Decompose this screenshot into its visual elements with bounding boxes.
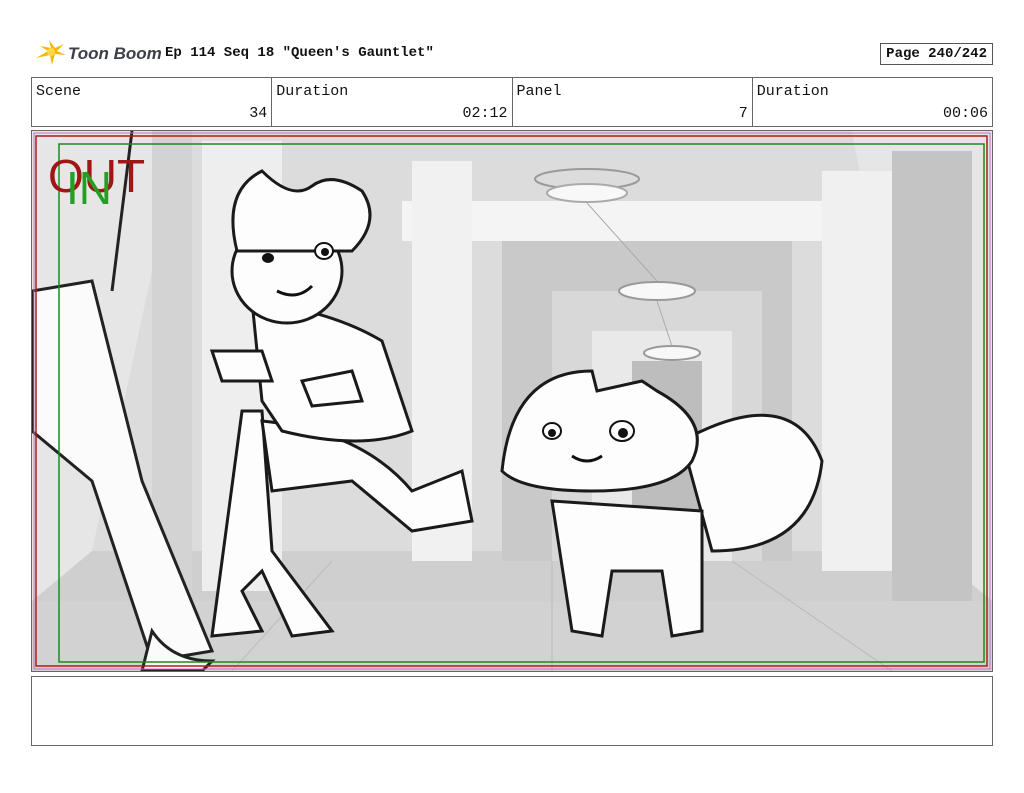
document-title: Ep 114 Seq 18 "Queen's Gauntlet": [165, 45, 434, 61]
scene-duration-cell: Duration 02:12: [272, 78, 513, 126]
storyboard-panel: OUT IN: [31, 130, 993, 672]
logo-text: Toon Boom: [68, 44, 162, 63]
scene-label: Scene: [36, 83, 82, 100]
panel-label: Panel: [516, 83, 562, 100]
panel-sketch: [32, 131, 992, 671]
panel-duration-value: 00:06: [942, 105, 988, 122]
toon-boom-logo: Toon Boom: [34, 38, 162, 68]
page-header: Toon Boom Ep 114 Seq 18 "Queen's Gauntle…: [31, 36, 993, 70]
scene-cell: Scene 34: [32, 78, 273, 126]
panel-notes-box: [31, 676, 993, 746]
scene-value: 34: [249, 105, 268, 122]
panel-value: 7: [738, 105, 748, 122]
page-number: Page 240/242: [880, 43, 993, 65]
scene-info-table: Scene 34 Duration 02:12 Panel 7 Duration…: [31, 77, 993, 127]
in-field-label: IN: [66, 162, 112, 214]
panel-cell: Panel 7: [513, 78, 753, 126]
panel-duration-label: Duration: [756, 83, 829, 100]
starburst-icon: [36, 40, 66, 65]
panel-duration-cell: Duration 00:06: [753, 78, 992, 126]
scene-duration-value: 02:12: [462, 105, 508, 122]
scene-duration-label: Duration: [276, 83, 349, 100]
